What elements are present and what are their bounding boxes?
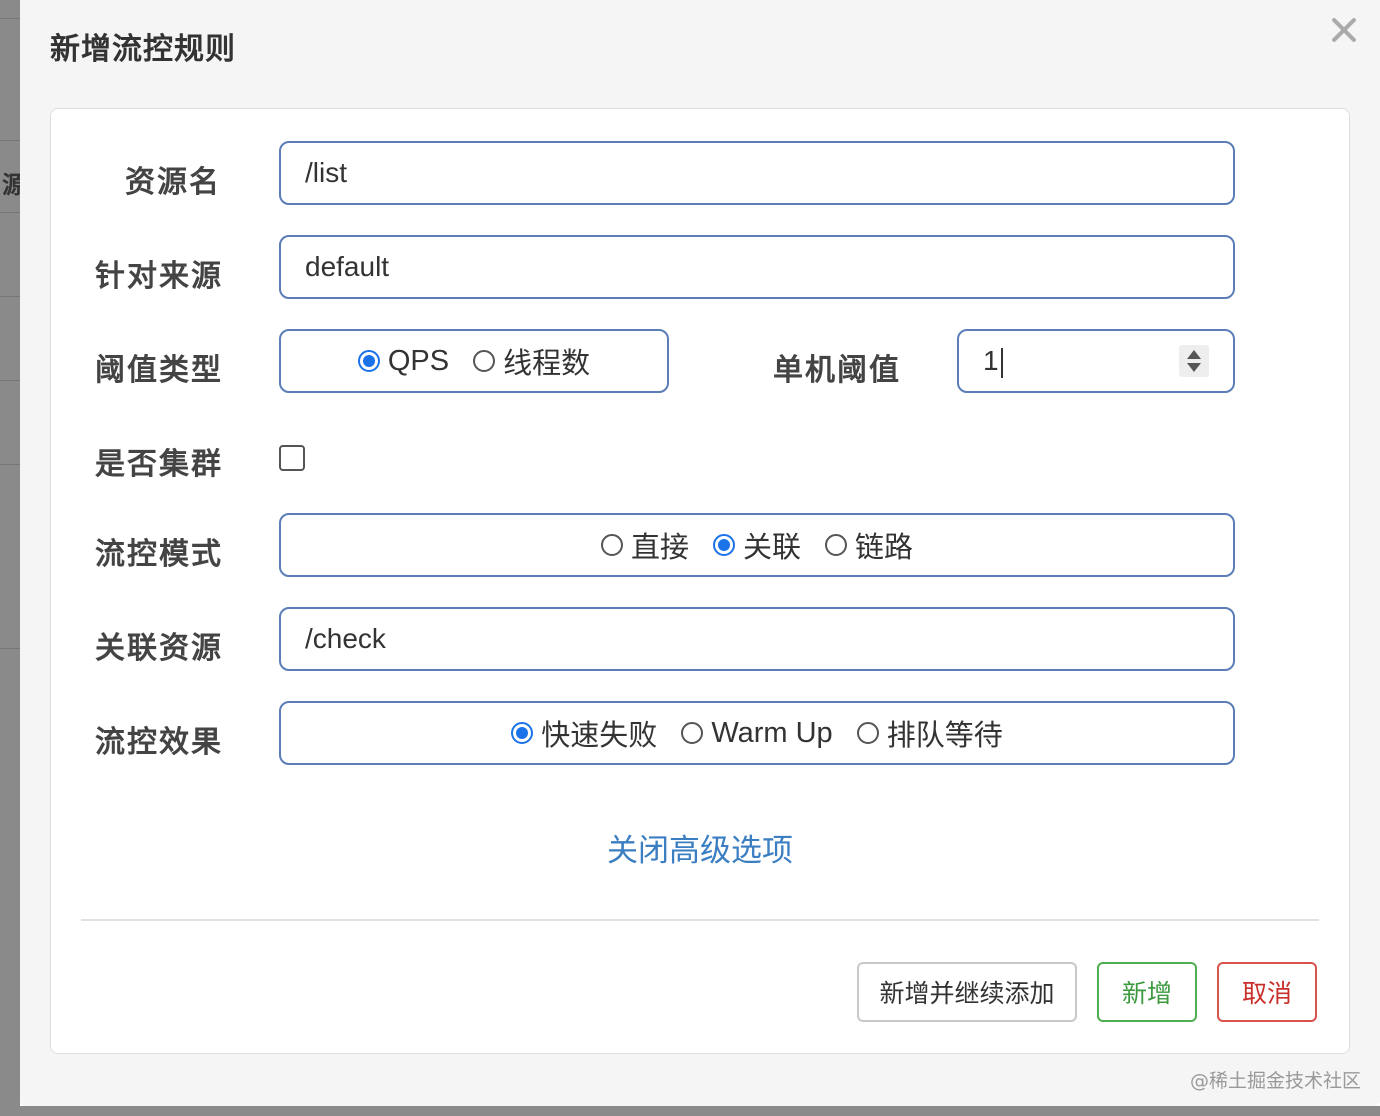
radio-chain[interactable]: 链路	[825, 524, 913, 566]
resource-name-value: /list	[305, 157, 347, 188]
watermark: @稀土掘金技术社区	[1190, 1070, 1362, 1092]
close-advanced-options-link[interactable]: 关闭高级选项	[51, 825, 1349, 870]
strategy-label: 流控模式	[95, 537, 223, 572]
radio-relate-label: 关联	[742, 532, 801, 564]
threshold-input[interactable]: 1	[957, 329, 1235, 393]
threshold-label: 单机阈值	[773, 353, 901, 388]
radio-direct-label: 直接	[630, 532, 689, 564]
threshold-type-group: QPS 线程数	[279, 329, 669, 393]
footer-divider	[81, 919, 1319, 921]
radio-direct-indicator[interactable]	[600, 534, 623, 556]
radio-chain-label: 链路	[855, 532, 914, 564]
radio-thread-count-label: 线程数	[503, 348, 591, 380]
cluster-label: 是否集群	[95, 447, 223, 482]
radio-warm-up-indicator[interactable]	[681, 722, 704, 744]
control-behavior-label: 流控效果	[95, 725, 223, 760]
radio-chain-indicator[interactable]	[825, 534, 847, 556]
ref-resource-input[interactable]: /check	[279, 607, 1235, 671]
dialog-title: 新增流控规则	[50, 32, 236, 67]
stepper-up-icon[interactable]	[1187, 350, 1201, 359]
add-and-continue-button[interactable]: 新增并继续添加	[857, 962, 1077, 1022]
background-page: 源	[0, 0, 20, 1116]
background-shade	[0, 1106, 1380, 1116]
radio-thread-count-indicator[interactable]	[473, 350, 496, 372]
radio-fast-fail[interactable]: 快速失败	[511, 712, 657, 754]
resource-name-input[interactable]: /list	[279, 141, 1235, 205]
form-panel: 资源名 /list 针对来源 default 阈值类型 QPS 线程数 单机阈值…	[50, 108, 1350, 1054]
radio-thread-count[interactable]: 线程数	[473, 340, 590, 382]
radio-queue-label: 排队等待	[886, 720, 1003, 752]
radio-direct[interactable]: 直接	[600, 524, 689, 566]
add-button[interactable]: 新增	[1097, 962, 1197, 1022]
close-icon[interactable]	[1326, 12, 1362, 48]
control-behavior-group: 快速失败 Warm Up 排队等待	[279, 701, 1235, 765]
radio-qps[interactable]: QPS	[357, 344, 450, 378]
radio-queue-indicator[interactable]	[856, 722, 879, 744]
flow-rule-dialog: 新增流控规则 资源名 /list 针对来源 default 阈值类型 QPS 线…	[20, 0, 1380, 1106]
radio-relate-indicator[interactable]	[712, 534, 735, 556]
radio-warm-up[interactable]: Warm Up	[681, 716, 833, 750]
limit-app-value: default	[305, 251, 390, 282]
radio-queue[interactable]: 排队等待	[856, 712, 1003, 754]
cancel-button[interactable]: 取消	[1217, 962, 1317, 1022]
ref-resource-label: 关联资源	[95, 631, 223, 666]
threshold-type-label: 阈值类型	[95, 353, 223, 388]
radio-qps-label: QPS	[387, 344, 450, 377]
radio-warm-up-label: Warm Up	[711, 716, 833, 749]
number-stepper[interactable]	[1179, 345, 1209, 377]
strategy-group: 直接 关联 链路	[279, 513, 1235, 577]
cluster-checkbox[interactable]	[279, 445, 305, 471]
stepper-down-icon[interactable]	[1187, 363, 1201, 372]
resource-name-label: 资源名	[125, 165, 221, 200]
radio-fast-fail-label: 快速失败	[541, 720, 658, 752]
radio-qps-indicator[interactable]	[357, 350, 380, 372]
limit-app-input[interactable]: default	[279, 235, 1235, 299]
background-text: 源	[2, 171, 20, 199]
threshold-value: 1	[983, 345, 1003, 378]
radio-relate[interactable]: 关联	[712, 524, 801, 566]
radio-fast-fail-indicator[interactable]	[511, 722, 534, 744]
ref-resource-value: /check	[305, 623, 386, 654]
limit-app-label: 针对来源	[95, 259, 223, 294]
